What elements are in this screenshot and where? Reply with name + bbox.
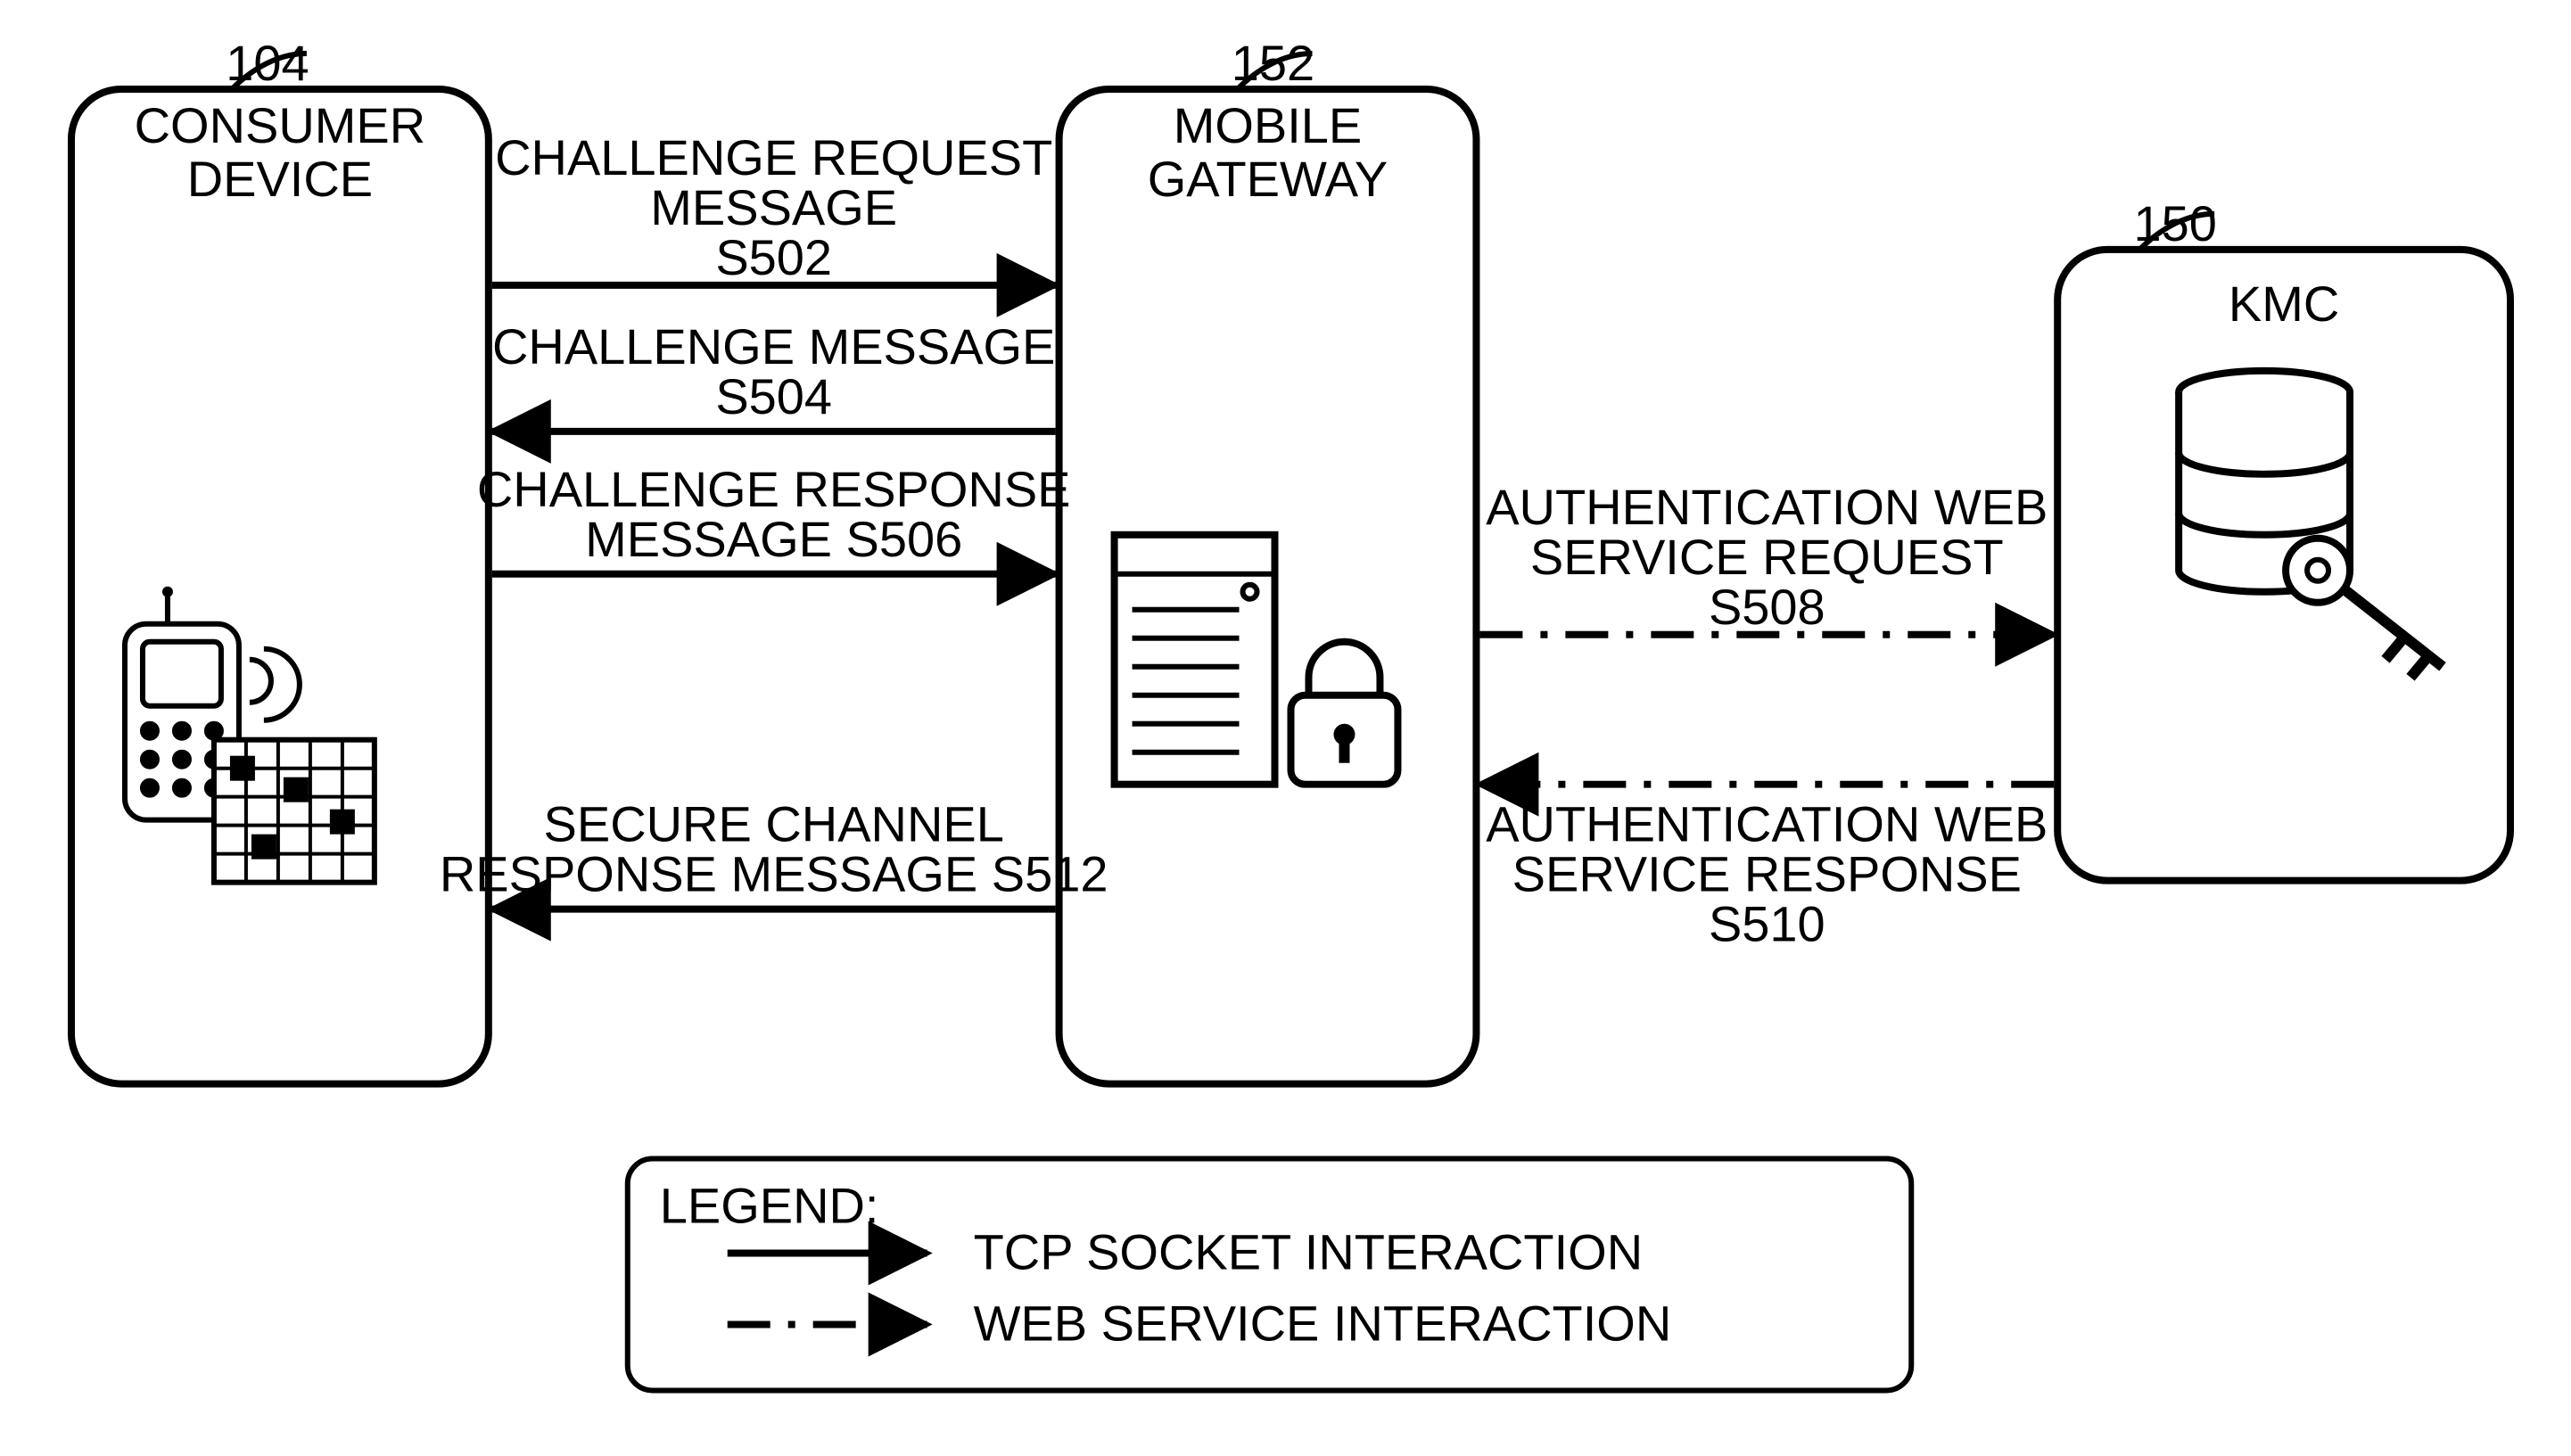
arrow-s512: SECURE CHANNEL RESPONSE MESSAGE S512: [440, 796, 1108, 909]
svg-text:S502: S502: [715, 229, 832, 285]
svg-text:AUTHENTICATION WEB: AUTHENTICATION WEB: [1486, 479, 2048, 535]
consumer-device-box: [71, 89, 489, 1084]
ref-kmc-label: 150: [2133, 195, 2216, 251]
arrow-s508: AUTHENTICATION WEB SERVICE REQUEST S508: [1479, 479, 2054, 635]
mobile-gateway-title-1: MOBILE: [1174, 97, 1362, 153]
svg-text:SERVICE RESPONSE: SERVICE RESPONSE: [1512, 846, 2022, 902]
svg-text:S510: S510: [1709, 896, 1825, 952]
arrow-s504: CHALLENGE MESSAGE S504: [492, 318, 1056, 432]
consumer-device-title-1: CONSUMER: [135, 97, 426, 153]
legend-web-label: WEB SERVICE INTERACTION: [974, 1295, 1672, 1351]
svg-text:MESSAGE: MESSAGE: [650, 179, 897, 235]
ref-consumer-label: 104: [226, 35, 309, 91]
svg-text:CHALLENGE MESSAGE: CHALLENGE MESSAGE: [492, 318, 1055, 374]
arrow-s502: CHALLENGE REQUEST MESSAGE S502: [492, 129, 1056, 285]
svg-text:S504: S504: [715, 368, 832, 424]
legend-tcp-label: TCP SOCKET INTERACTION: [974, 1223, 1644, 1279]
consumer-device-title-2: DEVICE: [187, 151, 373, 207]
kmc-title: KMC: [2229, 276, 2339, 332]
svg-text:S508: S508: [1709, 579, 1825, 635]
ref-gateway-label: 152: [1232, 35, 1314, 91]
legend-title: LEGEND:: [660, 1178, 879, 1234]
svg-text:CHALLENGE REQUEST: CHALLENGE REQUEST: [495, 129, 1052, 185]
arrow-s506: CHALLENGE RESPONSE MESSAGE S506: [477, 461, 1071, 574]
svg-text:SERVICE REQUEST: SERVICE REQUEST: [1530, 529, 2004, 585]
mobile-gateway-box: [1059, 89, 1477, 1084]
svg-text:MESSAGE S506: MESSAGE S506: [585, 511, 962, 567]
svg-text:AUTHENTICATION WEB: AUTHENTICATION WEB: [1486, 796, 2048, 852]
svg-text:SECURE CHANNEL: SECURE CHANNEL: [544, 796, 1004, 852]
mobile-gateway-title-2: GATEWAY: [1148, 151, 1388, 207]
arrow-s510: AUTHENTICATION WEB SERVICE RESPONSE S510: [1479, 785, 2054, 952]
diagram-root: 104 152 150 CONSUMER DEVICE: [0, 0, 2571, 1456]
ref-gateway: 152: [1232, 35, 1314, 91]
svg-text:RESPONSE MESSAGE S512: RESPONSE MESSAGE S512: [440, 846, 1108, 902]
svg-text:CHALLENGE RESPONSE: CHALLENGE RESPONSE: [477, 461, 1071, 517]
ref-kmc: 150: [2133, 195, 2216, 251]
ref-consumer: 104: [226, 35, 309, 91]
chip-icon: [214, 740, 375, 883]
